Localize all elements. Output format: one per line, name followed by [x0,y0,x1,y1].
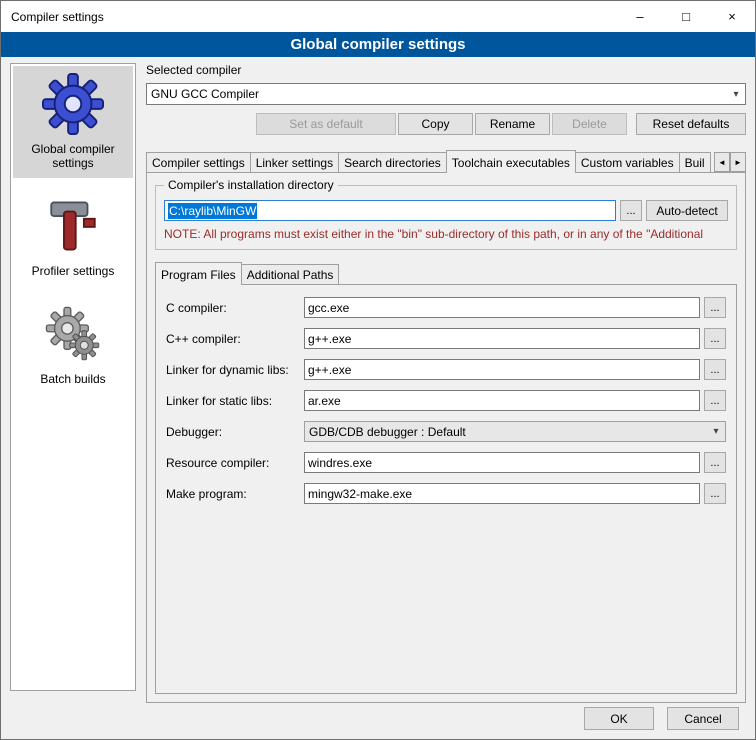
ok-button[interactable]: OK [584,707,654,730]
make-program-label: Make program: [166,487,304,501]
install-dir-browse-button[interactable]: ... [620,200,642,221]
c-compiler-input[interactable] [304,297,700,318]
sidebar-item-label: Global compiler settings [16,142,130,170]
compiler-settings-dialog: Compiler settings – □ × Global compiler … [0,0,756,740]
titlebar: Compiler settings – □ × [1,1,755,32]
form-row-make-program: Make program: ... [166,483,726,504]
reset-defaults-button[interactable]: Reset defaults [636,113,746,135]
form-row-static-linker: Linker for static libs: ... [166,390,726,411]
form-row-resource-compiler: Resource compiler: ... [166,452,726,473]
batch-gears-icon [41,302,105,366]
cpp-compiler-label: C++ compiler: [166,332,304,346]
installation-directory-title: Compiler's installation directory [164,178,338,192]
form-row-cpp-compiler: C++ compiler: ... [166,328,726,349]
sidebar-item-batch-builds[interactable]: Batch builds [13,296,133,394]
selected-compiler-select[interactable]: GNU GCC Compiler ▾ [146,83,746,105]
settings-sidebar: Global compiler settings Profiler settin… [10,63,136,691]
static-linker-browse-button[interactable]: ... [704,390,726,411]
tab-custom-variables[interactable]: Custom variables [575,152,680,172]
tab-additional-paths[interactable]: Additional Paths [241,264,340,284]
dynamic-linker-label: Linker for dynamic libs: [166,363,304,377]
make-program-input[interactable] [304,483,700,504]
selected-compiler-label: Selected compiler [146,63,746,79]
cpp-compiler-browse-button[interactable]: ... [704,328,726,349]
compiler-button-row: Set as default Copy Rename Delete Reset … [146,113,746,135]
minimize-button[interactable]: – [617,1,663,32]
close-button[interactable]: × [709,1,755,32]
delete-button: Delete [552,113,627,135]
dialog-footer: OK Cancel [584,707,739,730]
form-row-dynamic-linker: Linker for dynamic libs: ... [166,359,726,380]
set-as-default-button: Set as default [256,113,396,135]
tab-scroll-arrows: ◄ ► [714,152,746,172]
blue-gear-icon [41,72,105,136]
tab-scroll-left-icon[interactable]: ◄ [714,152,730,172]
installation-directory-row: C:\raylib\MinGW ... Auto-detect [164,200,728,221]
chevron-down-icon: ▾ [707,426,725,437]
tab-linker-settings[interactable]: Linker settings [250,152,339,172]
selected-compiler-value: GNU GCC Compiler [151,87,727,101]
sidebar-item-global-compiler-settings[interactable]: Global compiler settings [13,66,133,178]
tab-compiler-settings[interactable]: Compiler settings [146,152,251,172]
copy-button[interactable]: Copy [398,113,473,135]
make-program-browse-button[interactable]: ... [704,483,726,504]
c-compiler-label: C compiler: [166,301,304,315]
debugger-value: GDB/CDB debugger : Default [309,425,707,439]
sidebar-item-label: Batch builds [40,372,105,386]
dynamic-linker-input[interactable] [304,359,700,380]
bin-subdirectory-note: NOTE: All programs must exist either in … [164,227,728,241]
settings-tabstrip: Compiler settings Linker settings Search… [146,150,746,172]
tab-toolchain-executables[interactable]: Toolchain executables [446,150,576,173]
cancel-button[interactable]: Cancel [667,707,739,730]
sidebar-item-profiler-settings[interactable]: Profiler settings [13,188,133,286]
cpp-compiler-input[interactable] [304,328,700,349]
program-files-tabstrip: Program Files Additional Paths [155,262,737,284]
debugger-label: Debugger: [166,425,304,439]
profiler-hammer-icon [41,194,105,258]
toolchain-executables-panel: Compiler's installation directory C:\ray… [146,172,746,703]
resource-compiler-label: Resource compiler: [166,456,304,470]
tab-build-options[interactable]: Buil [679,152,711,172]
sidebar-item-label: Profiler settings [32,264,115,278]
form-row-debugger: Debugger: GDB/CDB debugger : Default ▾ [166,421,726,442]
form-row-c-compiler: C compiler: ... [166,297,726,318]
window-title: Compiler settings [1,10,617,24]
rename-button[interactable]: Rename [475,113,550,135]
maximize-button[interactable]: □ [663,1,709,32]
c-compiler-browse-button[interactable]: ... [704,297,726,318]
program-files-panel: C compiler: ... C++ compiler: ... Linker… [155,284,737,694]
debugger-select[interactable]: GDB/CDB debugger : Default ▾ [304,421,726,442]
dynamic-linker-browse-button[interactable]: ... [704,359,726,380]
tab-search-directories[interactable]: Search directories [338,152,447,172]
install-dir-input[interactable]: C:\raylib\MinGW [164,200,616,221]
install-dir-value: C:\raylib\MinGW [168,203,257,219]
chevron-down-icon: ▾ [727,89,745,100]
auto-detect-button[interactable]: Auto-detect [646,200,728,221]
static-linker-input[interactable] [304,390,700,411]
resource-compiler-input[interactable] [304,452,700,473]
page-title: Global compiler settings [1,32,755,57]
tab-program-files[interactable]: Program Files [155,262,242,285]
static-linker-label: Linker for static libs: [166,394,304,408]
main-content: Selected compiler GNU GCC Compiler ▾ Set… [146,63,746,703]
installation-directory-group: Compiler's installation directory C:\ray… [155,185,737,250]
resource-compiler-browse-button[interactable]: ... [704,452,726,473]
tab-scroll-right-icon[interactable]: ► [730,152,746,172]
